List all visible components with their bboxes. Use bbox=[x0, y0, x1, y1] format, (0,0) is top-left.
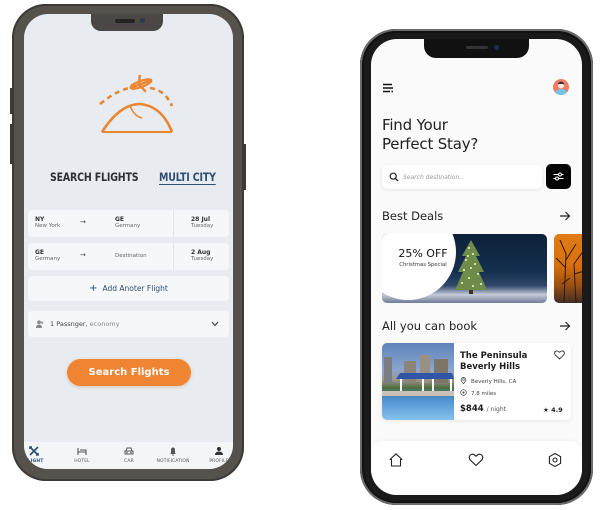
from-name: Germany bbox=[35, 256, 61, 262]
christmas-tree-image bbox=[455, 240, 487, 294]
route-day: Tuesday bbox=[191, 223, 214, 229]
hotel-location: Beverly Hills, CA bbox=[460, 377, 516, 385]
heart-icon[interactable] bbox=[468, 452, 484, 468]
location-pin-icon bbox=[460, 377, 467, 385]
sliders-icon bbox=[553, 172, 564, 181]
route-date: 28 Jul bbox=[191, 216, 210, 223]
notch bbox=[424, 39, 529, 58]
search-input[interactable] bbox=[403, 169, 533, 185]
hotel-pool-image bbox=[382, 355, 454, 396]
passenger-icon bbox=[36, 320, 44, 328]
tab-search-flights[interactable]: SEARCH FLIGHTS bbox=[50, 170, 139, 184]
arrow-right-icon[interactable] bbox=[559, 211, 571, 221]
nav-profile[interactable]: PROFILE bbox=[199, 446, 233, 464]
nav-flight[interactable]: FLIGHT bbox=[24, 446, 54, 464]
avatar[interactable] bbox=[553, 79, 569, 95]
hotel-price: $844 / night bbox=[460, 404, 507, 414]
bed-icon bbox=[77, 448, 87, 455]
favorite-heart-icon[interactable] bbox=[554, 350, 565, 360]
add-flight-label: Add Anoter Flight bbox=[102, 284, 168, 293]
search-flights-button[interactable]: Search Flights bbox=[67, 359, 191, 386]
plane-icon bbox=[29, 446, 39, 456]
plane-globe-logo-icon bbox=[99, 74, 174, 133]
from-code: NY bbox=[35, 216, 45, 223]
bottom-nav: FLIGHT HOTEL CAR NOTIFICATION PROFILE bbox=[24, 442, 233, 469]
passenger-selector[interactable]: 1 Passnger, economy bbox=[28, 311, 229, 337]
home-icon[interactable] bbox=[388, 452, 404, 468]
autumn-trees-image bbox=[555, 239, 582, 303]
hotel-name: The Peninsula Beverly Hills bbox=[460, 351, 528, 372]
destination-placeholder[interactable]: Destination bbox=[115, 253, 147, 260]
chevron-down-icon bbox=[211, 321, 219, 327]
cabin-class: economy bbox=[87, 320, 120, 328]
nav-hotel[interactable]: HOTEL bbox=[62, 446, 102, 464]
person-icon bbox=[215, 447, 223, 455]
hotel-photo bbox=[382, 343, 454, 420]
star-icon: ★ bbox=[543, 406, 549, 414]
hotel-card[interactable]: The Peninsula Beverly Hills Beverly Hill… bbox=[382, 343, 571, 420]
route-date: 2 Aug bbox=[191, 249, 211, 256]
bottom-nav bbox=[371, 441, 582, 495]
hotel-app-phone: Find Your Perfect Stay? Best Deals 25% O… bbox=[360, 29, 593, 505]
notch bbox=[91, 14, 163, 31]
hotel-distance: 7.8 miles bbox=[460, 389, 496, 397]
page-title: Find Your Perfect Stay? bbox=[382, 116, 479, 153]
deal-discount: 25% OFF bbox=[398, 247, 448, 260]
hotel-rating: ★ 4.9 bbox=[543, 406, 563, 414]
search-destination-field[interactable] bbox=[382, 165, 542, 189]
deal-card[interactable]: 25% OFF Christmas Special bbox=[382, 234, 547, 303]
flight-app-screen: SEARCH FLIGHTS MULTI CITY NY New York → … bbox=[24, 14, 233, 469]
passenger-count: 1 Passnger, bbox=[50, 320, 88, 328]
deal-card[interactable] bbox=[554, 234, 582, 303]
hotel-app-screen: Find Your Perfect Stay? Best Deals 25% O… bbox=[371, 39, 582, 495]
user-avatar-icon bbox=[555, 81, 567, 95]
menu-icon[interactable] bbox=[382, 83, 394, 93]
camera bbox=[494, 45, 499, 50]
distance-target-icon bbox=[460, 389, 467, 396]
settings-icon[interactable] bbox=[547, 452, 563, 468]
search-icon bbox=[389, 172, 399, 182]
nav-notification[interactable]: NOTIFICATION bbox=[153, 446, 193, 464]
arrow-right-icon[interactable] bbox=[559, 321, 571, 331]
all-you-can-book-title: All you can book bbox=[382, 319, 478, 333]
volume-button bbox=[10, 124, 13, 164]
bell-icon bbox=[170, 447, 176, 456]
volume-button bbox=[10, 88, 13, 114]
tab-multi-city[interactable]: MULTI CITY bbox=[159, 170, 216, 184]
from-name: New York bbox=[35, 223, 61, 229]
filter-button[interactable] bbox=[546, 164, 571, 189]
power-button bbox=[243, 144, 246, 190]
car-icon bbox=[124, 447, 134, 455]
to-name: Germany bbox=[115, 223, 141, 229]
mode-tabs: SEARCH FLIGHTS MULTI CITY bbox=[24, 170, 233, 190]
to-code: GE bbox=[115, 216, 125, 223]
arrow-right-icon: → bbox=[80, 218, 86, 226]
deal-subtitle: Christmas Special bbox=[399, 262, 447, 268]
route-row[interactable]: NY New York → GE Germany 28 Jul Tuesday bbox=[28, 210, 229, 237]
best-deals-title: Best Deals bbox=[382, 209, 444, 223]
arrow-right-icon: → bbox=[80, 251, 86, 259]
nav-car[interactable]: CAR bbox=[109, 446, 149, 464]
divider bbox=[173, 210, 174, 237]
plus-icon: + bbox=[89, 283, 98, 294]
speaker bbox=[466, 46, 488, 49]
from-code: GE bbox=[35, 249, 45, 256]
speaker bbox=[115, 19, 135, 23]
route-day: Tuesday bbox=[191, 256, 214, 262]
camera bbox=[140, 18, 145, 23]
divider bbox=[173, 243, 174, 270]
route-row[interactable]: GE Germany → Destination 2 Aug Tuesday bbox=[28, 243, 229, 270]
add-flight-button[interactable]: + Add Anoter Flight bbox=[28, 276, 229, 301]
flight-app-phone: SEARCH FLIGHTS MULTI CITY NY New York → … bbox=[10, 4, 246, 481]
